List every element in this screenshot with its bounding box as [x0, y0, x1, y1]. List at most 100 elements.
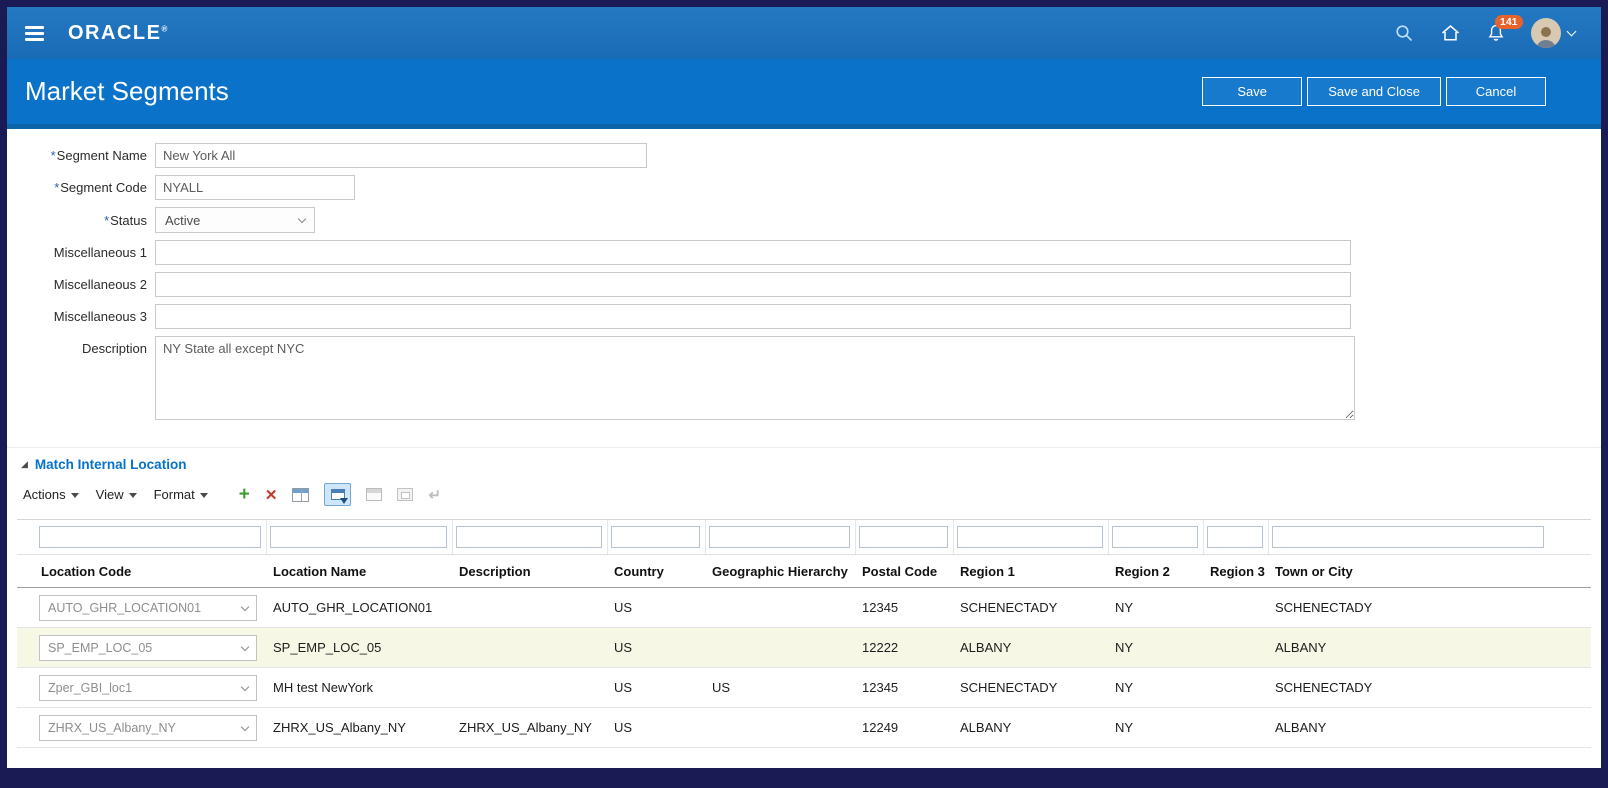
page-title: Market Segments [25, 76, 229, 106]
status-label: *Status [104, 212, 147, 228]
section-title[interactable]: Match Internal Location [35, 457, 187, 472]
filter-geographic-hierarchy-input[interactable] [709, 526, 850, 548]
home-icon[interactable] [1439, 22, 1461, 44]
filter-town-or-city-input[interactable] [1272, 526, 1544, 548]
filter-region3-input[interactable] [1207, 526, 1263, 548]
cell-postal-code: 12249 [862, 720, 899, 735]
column-header-town-or-city[interactable]: Town or City [1269, 564, 1591, 579]
format-menu[interactable]: Format [154, 487, 208, 502]
column-header-description[interactable]: Description [453, 564, 608, 579]
filter-region2-input[interactable] [1112, 526, 1198, 548]
app-window: ORACLE® 141 Market Segments Save Save an… [0, 0, 1608, 788]
cancel-button[interactable]: Cancel [1446, 77, 1546, 106]
table-row[interactable]: Zper_GBI_loc1 MH test NewYork US US 1234… [17, 668, 1591, 708]
form-row-misc3: Miscellaneous 3 [7, 304, 1601, 329]
delete-row-icon[interactable]: ✕ [265, 486, 278, 504]
actions-menu[interactable]: Actions [23, 487, 79, 502]
collapse-section-icon[interactable]: ◢ [21, 459, 28, 470]
column-header-geographic-hierarchy[interactable]: Geographic Hierarchy [706, 564, 856, 579]
segment-code-label: *Segment Code [54, 180, 147, 195]
search-icon[interactable] [1393, 22, 1415, 44]
toolbar-icons: + ✕ ↵ [239, 483, 441, 506]
filter-location-code-input[interactable] [39, 526, 261, 548]
location-code-select[interactable]: ZHRX_US_Albany_NY [39, 714, 257, 741]
oracle-logo-text: ORACLE [68, 21, 162, 44]
filter-region1-input[interactable] [957, 526, 1103, 548]
chevron-down-icon [297, 214, 307, 224]
required-marker: * [54, 180, 60, 195]
misc3-label: Miscellaneous 3 [53, 309, 147, 324]
form-row-description: Description NY State all except NYC [7, 336, 1601, 420]
misc1-input[interactable] [155, 240, 1351, 265]
menu-dropdown-icon [128, 493, 137, 498]
cell-postal-code: 12345 [862, 680, 899, 695]
wrap-icon: ↵ [428, 486, 442, 504]
notification-count-badge: 141 [1495, 15, 1523, 29]
registered-mark: ® [161, 23, 168, 33]
cell-town-or-city: ALBANY [1275, 640, 1327, 655]
locations-table: Location Code Location Name Description … [17, 519, 1591, 748]
form-row-misc2: Miscellaneous 2 [7, 272, 1601, 297]
column-header-location-name[interactable]: Location Name [267, 564, 453, 579]
filter-country-input[interactable] [611, 526, 700, 548]
global-header: ORACLE® 141 [7, 7, 1601, 59]
column-header-region1[interactable]: Region 1 [954, 564, 1109, 579]
cell-town-or-city: SCHENECTADY [1275, 680, 1373, 695]
cell-country: US [614, 600, 633, 615]
location-code-select[interactable]: Zper_GBI_loc1 [39, 674, 257, 701]
table-row[interactable]: AUTO_GHR_LOCATION01 AUTO_GHR_LOCATION01 … [17, 588, 1591, 628]
menu-dropdown-icon [70, 493, 79, 498]
cell-location-name: MH test NewYork [273, 680, 373, 695]
table-row[interactable]: ZHRX_US_Albany_NY ZHRX_US_Albany_NY ZHRX… [17, 708, 1591, 748]
form-row-segment-name: *Segment Name [7, 143, 1601, 168]
location-code-select[interactable]: SP_EMP_LOC_05 [39, 634, 257, 661]
form-row-misc1: Miscellaneous 1 [7, 240, 1601, 265]
detach-icon [366, 488, 383, 501]
filter-location-name-input[interactable] [270, 526, 447, 548]
cell-location-name: SP_EMP_LOC_05 [273, 640, 382, 655]
qbe-funnel-glyph [340, 498, 349, 504]
navigator-menu-icon[interactable] [25, 25, 44, 41]
required-marker: * [50, 148, 56, 163]
query-by-example-icon[interactable] [324, 483, 352, 506]
cell-town-or-city: SCHENECTADY [1275, 600, 1373, 615]
status-select[interactable]: Active [155, 207, 315, 233]
page-header: Market Segments Save Save and Close Canc… [7, 59, 1601, 129]
segment-code-input[interactable] [155, 175, 355, 200]
column-header-region2[interactable]: Region 2 [1109, 564, 1204, 579]
column-header-region3[interactable]: Region 3 [1204, 564, 1269, 579]
column-header-location-code[interactable]: Location Code [17, 564, 267, 579]
save-button[interactable]: Save [1202, 77, 1303, 106]
filter-description-input[interactable] [456, 526, 602, 548]
misc2-input[interactable] [155, 272, 1351, 297]
cell-description: ZHRX_US_Albany_NY [459, 720, 592, 735]
description-textarea[interactable]: NY State all except NYC [155, 336, 1355, 420]
save-and-close-button[interactable]: Save and Close [1307, 77, 1441, 106]
section-header: ◢ Match Internal Location [7, 457, 1601, 472]
misc1-label: Miscellaneous 1 [53, 245, 147, 260]
form-row-status: *Status Active [7, 207, 1601, 233]
add-row-icon[interactable]: + [239, 485, 250, 504]
cell-country: US [614, 640, 633, 655]
view-menu[interactable]: View [96, 487, 137, 502]
notifications-bell-icon[interactable]: 141 [1485, 15, 1523, 44]
segment-name-input[interactable] [155, 143, 647, 168]
user-menu[interactable] [1531, 18, 1577, 48]
location-code-select[interactable]: AUTO_GHR_LOCATION01 [39, 594, 257, 621]
misc3-input[interactable] [155, 304, 1351, 329]
table-row-selected[interactable]: SP_EMP_LOC_05 SP_EMP_LOC_05 US 12222 ALB… [17, 628, 1591, 668]
filter-postal-code-input[interactable] [859, 526, 948, 548]
cell-region1: ALBANY [960, 720, 1012, 735]
freeze-icon[interactable] [292, 487, 310, 502]
cell-region2: NY [1115, 720, 1134, 735]
chevron-down-icon [240, 602, 250, 611]
segment-name-label: *Segment Name [50, 148, 147, 163]
expand-icon [397, 488, 414, 501]
match-internal-location-section: ◢ Match Internal Location Actions View F… [7, 447, 1601, 748]
column-header-country[interactable]: Country [608, 564, 706, 579]
user-avatar [1531, 18, 1561, 48]
cell-region2: NY [1115, 680, 1134, 695]
column-header-postal-code[interactable]: Postal Code [856, 564, 954, 579]
global-header-actions: 141 [1393, 15, 1577, 48]
chevron-down-icon [1566, 26, 1577, 37]
